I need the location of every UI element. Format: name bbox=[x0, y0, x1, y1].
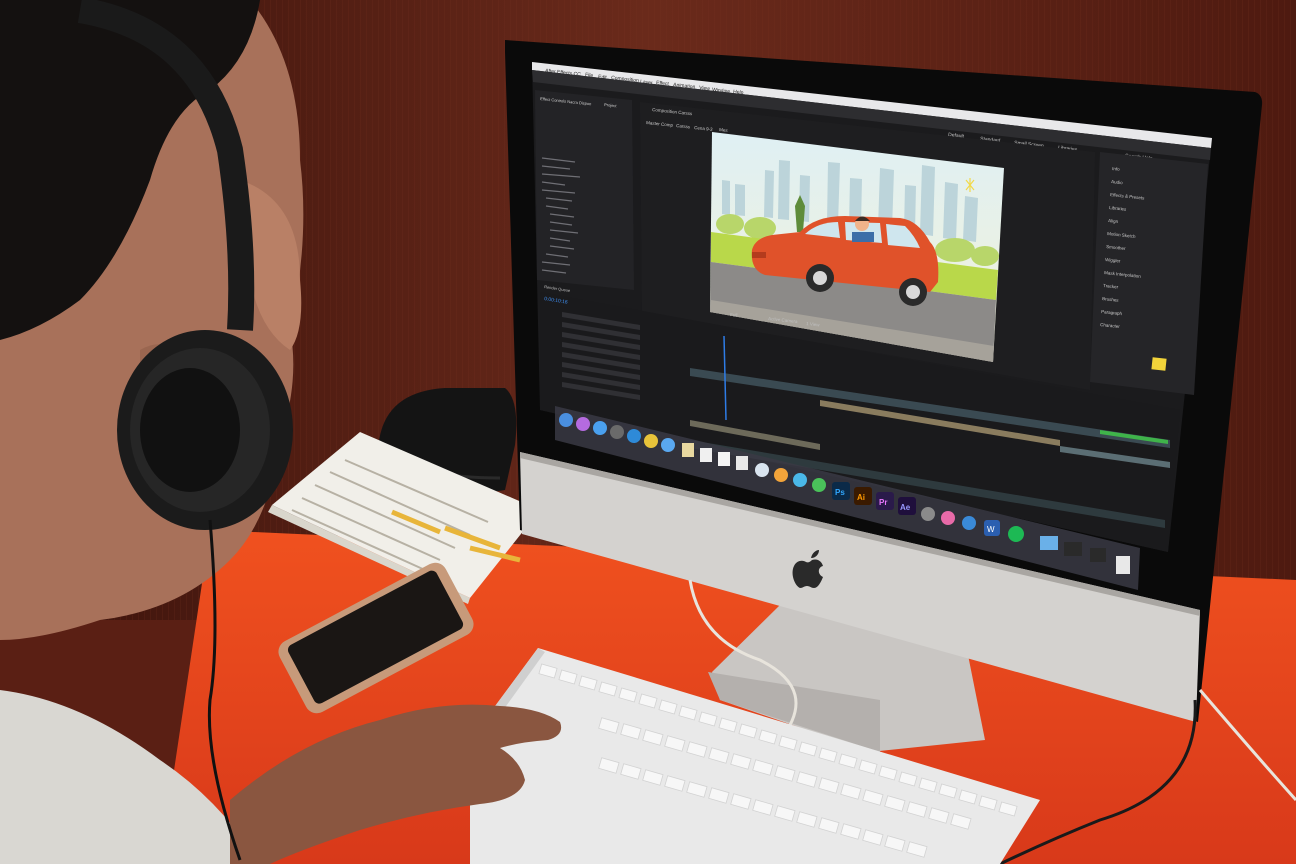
word-label: W bbox=[987, 525, 995, 534]
premiere-label: Pr bbox=[879, 498, 887, 507]
photoshop-label: Ps bbox=[835, 488, 845, 497]
after-effects-label: Ae bbox=[900, 503, 911, 512]
project-panel bbox=[535, 90, 634, 290]
launchpad-icon[interactable] bbox=[610, 425, 624, 439]
reminders-icon[interactable] bbox=[718, 452, 730, 466]
zoom-select[interactable]: Full bbox=[730, 312, 738, 318]
appstore-icon[interactable] bbox=[593, 421, 607, 435]
photo-scene: After Effects CC File Edit Composition L… bbox=[0, 0, 1296, 864]
mail-icon[interactable] bbox=[661, 438, 675, 452]
messages-icon[interactable] bbox=[793, 473, 807, 487]
facetime-icon[interactable] bbox=[812, 478, 826, 492]
panel-info[interactable]: Info bbox=[1112, 166, 1120, 172]
system-prefs-icon[interactable] bbox=[921, 507, 935, 521]
textedit-icon[interactable] bbox=[736, 456, 748, 470]
spotify-icon[interactable] bbox=[1008, 526, 1024, 542]
folder-icon[interactable] bbox=[1040, 536, 1058, 550]
illustrator-label: Ai bbox=[857, 493, 865, 502]
window-thumb-icon[interactable] bbox=[1064, 542, 1082, 556]
calendar-icon[interactable] bbox=[700, 448, 712, 462]
finder-icon[interactable] bbox=[559, 413, 573, 427]
preview-icon[interactable] bbox=[755, 463, 769, 477]
chrome-icon[interactable] bbox=[644, 434, 658, 448]
safari-icon[interactable] bbox=[627, 429, 641, 443]
itunes-icon[interactable] bbox=[941, 511, 955, 525]
color-swatch[interactable] bbox=[1151, 357, 1167, 371]
trash-icon[interactable] bbox=[1116, 556, 1130, 574]
photos-icon[interactable] bbox=[774, 468, 788, 482]
notes-icon[interactable] bbox=[682, 443, 694, 457]
window-thumb2-icon[interactable] bbox=[1090, 548, 1106, 562]
siri-icon[interactable] bbox=[576, 417, 590, 431]
appstore2-icon[interactable] bbox=[962, 516, 976, 530]
comp-tab-mes[interactable]: Mes bbox=[719, 127, 729, 133]
